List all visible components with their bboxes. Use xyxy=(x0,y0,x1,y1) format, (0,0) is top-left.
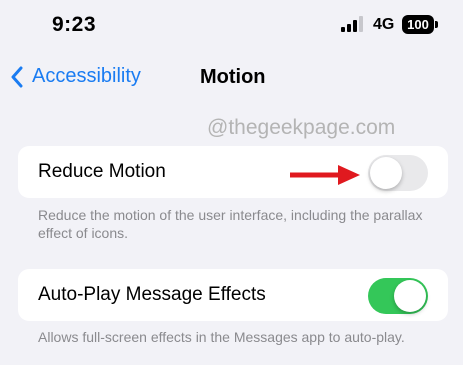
reduce-motion-row: Reduce Motion xyxy=(18,146,448,198)
watermark: @thegeekpage.com xyxy=(207,116,396,139)
toggle-knob xyxy=(370,157,402,189)
reduce-motion-toggle[interactable] xyxy=(368,155,428,191)
auto-play-effects-label: Auto-Play Message Effects xyxy=(38,284,266,305)
auto-play-effects-row: Auto-Play Message Effects xyxy=(18,269,448,321)
navigation-bar: Accessibility Motion xyxy=(0,55,463,99)
reduce-motion-description: Reduce the motion of the user interface,… xyxy=(38,207,423,241)
auto-play-effects-toggle[interactable] xyxy=(368,278,428,314)
chevron-left-icon xyxy=(11,66,23,87)
cellular-signal-icon xyxy=(341,16,363,32)
back-button[interactable]: Accessibility xyxy=(10,65,141,88)
back-button-label: Accessibility xyxy=(32,65,141,87)
red-arrow-icon xyxy=(290,165,360,185)
auto-play-effects-description: Allows full-screen effects in the Messag… xyxy=(38,329,405,345)
status-time: 9:23 xyxy=(52,13,97,36)
toggle-knob xyxy=(394,280,426,312)
battery-icon: 100 xyxy=(402,15,434,34)
network-type: 4G xyxy=(373,16,395,33)
battery-cap xyxy=(435,21,438,28)
reduce-motion-label: Reduce Motion xyxy=(38,161,166,182)
status-bar: 9:23 4G 100 xyxy=(0,0,463,50)
page-title: Motion xyxy=(200,66,266,88)
